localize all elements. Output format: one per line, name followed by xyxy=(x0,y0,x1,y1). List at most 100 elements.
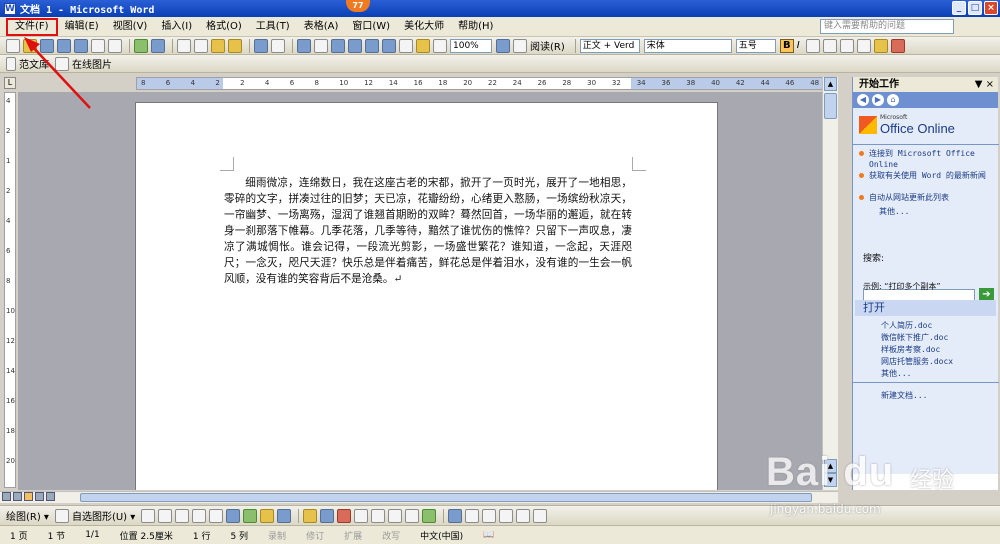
status-trk[interactable]: 修订 xyxy=(296,529,334,542)
menu-beautify[interactable]: 美化大师 xyxy=(397,18,451,36)
autoshapes-button[interactable]: 自选图形(U) ▾ xyxy=(72,508,135,523)
notification-badge[interactable]: 77 xyxy=(346,0,370,12)
numbering-icon[interactable] xyxy=(822,38,837,53)
columns-icon[interactable] xyxy=(365,38,379,53)
status-ovr[interactable]: 改写 xyxy=(372,529,410,542)
drawing-icon[interactable] xyxy=(382,38,396,53)
menu-view[interactable]: 视图(V) xyxy=(106,18,155,36)
ime-punct-icon[interactable] xyxy=(499,508,514,523)
tab-selector-button[interactable]: L xyxy=(4,77,16,89)
arrow-style-icon[interactable] xyxy=(388,508,403,523)
status-ext[interactable]: 扩展 xyxy=(334,529,372,542)
menu-edit[interactable]: 编辑(E) xyxy=(58,18,106,36)
wordart-icon[interactable] xyxy=(226,508,241,523)
scroll-thumb[interactable] xyxy=(824,93,837,119)
fan-wen-ku-button[interactable]: 范文库 xyxy=(19,56,49,71)
menu-table[interactable]: 表格(A) xyxy=(297,18,346,36)
minimize-button[interactable]: _ xyxy=(952,1,966,15)
open-folder-icon[interactable] xyxy=(23,38,37,53)
bullets-icon[interactable] xyxy=(839,38,854,53)
status-rec[interactable]: 录制 xyxy=(258,529,296,542)
print-icon[interactable] xyxy=(91,38,105,53)
font-color-icon[interactable] xyxy=(337,508,352,523)
web-view-icon[interactable] xyxy=(13,492,22,501)
task-pane-close-icon[interactable]: ▼ × xyxy=(975,77,994,92)
cut-icon[interactable] xyxy=(177,38,191,53)
document-page[interactable]: 细雨微凉，连绵数日，我在这座古老的宋都，掀开了一页时光，展开了一地相思，零碎的文… xyxy=(135,102,718,490)
highlight-icon[interactable] xyxy=(873,38,888,53)
font-size-select[interactable]: 五号 xyxy=(735,38,776,53)
line-color-icon[interactable] xyxy=(320,508,335,523)
back-icon[interactable]: ◀ xyxy=(857,94,869,106)
menu-tools[interactable]: 工具(T) xyxy=(249,18,297,36)
menu-insert[interactable]: 插入(I) xyxy=(154,18,199,36)
ink-icon[interactable] xyxy=(433,38,447,53)
format-painter-icon[interactable] xyxy=(228,38,242,53)
horizontal-scrollbar[interactable] xyxy=(0,491,838,503)
recent-file[interactable]: 网店托管服务.docx xyxy=(881,356,953,367)
draw-menu-button[interactable]: 绘图(R) ▾ xyxy=(6,508,49,523)
clipart-icon[interactable] xyxy=(260,508,275,523)
shadow-icon[interactable] xyxy=(405,508,420,523)
tables-borders-icon[interactable] xyxy=(314,38,328,53)
zoom-select[interactable]: 100% xyxy=(450,38,492,53)
ime-mode-icon[interactable] xyxy=(465,508,480,523)
style-select[interactable]: 正文 + Verd xyxy=(579,38,640,53)
link-connect-office-online[interactable]: 连接到 Microsoft Office Online xyxy=(859,148,993,170)
hyperlink-icon[interactable] xyxy=(297,38,311,53)
link-auto-update[interactable]: 自动从网站更新此列表 xyxy=(859,192,993,203)
textbox-icon[interactable] xyxy=(209,508,224,523)
rectangle-icon[interactable] xyxy=(175,508,190,523)
line-icon[interactable] xyxy=(141,508,156,523)
vertical-ruler[interactable]: 4 2 1 2 4 6 8 10 12 14 16 18 20 xyxy=(4,92,16,488)
link-latest-news[interactable]: 获取有关使用 Word 的最新新闻 xyxy=(859,170,993,181)
online-picture-button[interactable]: 在线图片 xyxy=(72,56,112,71)
show-hide-icon[interactable] xyxy=(416,38,430,53)
oval-icon[interactable] xyxy=(192,508,207,523)
horizontal-ruler[interactable]: 8 6 4 2 2 4 6 8 10 12 14 16 18 20 22 24 26 28 30 32 34 36 38 40… xyxy=(136,77,834,90)
email-icon[interactable] xyxy=(74,38,88,53)
fill-color-icon[interactable] xyxy=(303,508,318,523)
document-paragraph[interactable]: 细雨微凉，连绵数日，我在这座古老的宋都，掀开了一页时光，展开了一地相思，零碎的文… xyxy=(224,175,632,287)
menu-help[interactable]: 帮助(H) xyxy=(451,18,500,36)
scroll-up-button[interactable]: ▲ xyxy=(824,77,837,91)
italic-button[interactable]: I xyxy=(797,40,800,51)
select-objects-icon[interactable] xyxy=(54,508,69,523)
decrease-indent-icon[interactable] xyxy=(856,38,871,53)
recent-file[interactable]: 微信帐下推广.doc xyxy=(881,332,948,343)
print-preview-icon[interactable] xyxy=(108,38,122,53)
insert-excel-icon[interactable] xyxy=(348,38,362,53)
print-layout-icon[interactable] xyxy=(24,492,33,501)
ime-icon[interactable] xyxy=(448,508,463,523)
normal-view-icon[interactable] xyxy=(2,492,11,501)
ime-keyboard-icon[interactable] xyxy=(516,508,531,523)
outline-view-icon[interactable] xyxy=(35,492,44,501)
new-document-icon[interactable] xyxy=(6,38,20,53)
line-style-icon[interactable] xyxy=(354,508,369,523)
link-more[interactable]: 其他... xyxy=(879,206,1000,217)
vertical-scrollbar[interactable]: ▲ ▲ ▼ xyxy=(822,77,838,490)
read-icon[interactable] xyxy=(513,38,527,53)
read-button[interactable]: 阅读(R) xyxy=(530,38,565,53)
save-icon[interactable] xyxy=(40,38,54,53)
forward-icon[interactable]: ▶ xyxy=(872,94,884,106)
insert-table-icon[interactable] xyxy=(331,38,345,53)
close-button[interactable]: × xyxy=(984,1,998,15)
diagram-icon[interactable] xyxy=(243,508,258,523)
maximize-button[interactable]: □ xyxy=(968,1,982,15)
redo-icon[interactable] xyxy=(271,38,285,53)
undo-icon[interactable] xyxy=(254,38,268,53)
word-app-icon[interactable]: W xyxy=(4,2,16,15)
recent-file[interactable]: 样板房考察.doc xyxy=(881,344,940,355)
dash-style-icon[interactable] xyxy=(371,508,386,523)
align-left-icon[interactable] xyxy=(805,38,820,53)
bold-button[interactable]: B xyxy=(779,38,794,53)
ime-settings-icon[interactable] xyxy=(533,508,548,523)
home-icon[interactable]: ⌂ xyxy=(887,94,899,106)
font-select[interactable]: 宋体 xyxy=(643,38,732,53)
copy-icon[interactable] xyxy=(194,38,208,53)
permission-icon[interactable] xyxy=(57,38,71,53)
menu-window[interactable]: 窗口(W) xyxy=(345,18,397,36)
menu-format[interactable]: 格式(O) xyxy=(199,18,249,36)
spelling-icon[interactable] xyxy=(134,38,148,53)
